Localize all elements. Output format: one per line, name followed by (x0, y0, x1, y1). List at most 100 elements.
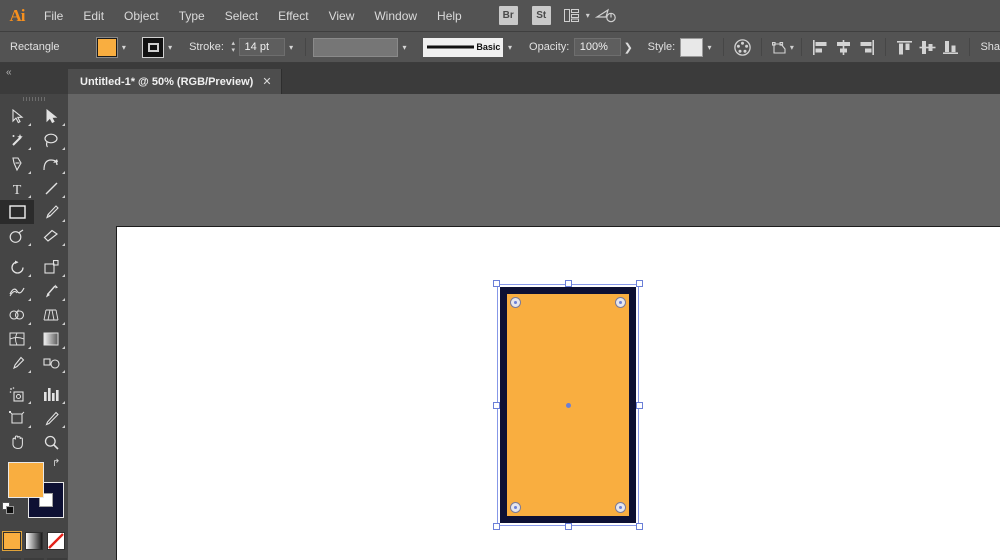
recolor-artwork-icon[interactable] (731, 36, 754, 58)
handle-top-center[interactable] (565, 280, 572, 287)
rotate-tool[interactable] (0, 255, 34, 279)
opacity-input[interactable]: 100% (574, 38, 621, 56)
menu-item-edit[interactable]: Edit (73, 0, 114, 32)
paintbrush-tool[interactable] (34, 200, 68, 224)
magic-wand-tool[interactable] (0, 128, 34, 152)
rectangle-shape[interactable] (500, 287, 636, 523)
mesh-tool[interactable] (0, 327, 34, 351)
fill-swatch-toolbar[interactable] (8, 462, 44, 498)
stroke-color-swatch[interactable] (143, 38, 164, 57)
free-transform-tool[interactable] (34, 279, 68, 303)
align-vertical-center-icon[interactable] (916, 36, 939, 58)
color-button[interactable] (3, 532, 21, 550)
stroke-weight-input[interactable]: 14 pt (239, 38, 285, 56)
fill-chevron-down-icon[interactable]: ▾ (117, 38, 130, 57)
variable-width-profile-dropdown[interactable] (313, 38, 398, 57)
menu-item-object[interactable]: Object (114, 0, 169, 32)
opacity-label[interactable]: Opacity: (529, 41, 569, 53)
handle-bottom-left[interactable] (493, 523, 500, 530)
swap-fill-stroke-icon[interactable]: ↱ (52, 458, 64, 470)
graphic-style-swatch[interactable] (680, 38, 703, 57)
brush-chevron-down-icon[interactable]: ▾ (503, 38, 516, 57)
menu-bar: Ai File Edit Object Type Select Effect V… (0, 0, 1000, 32)
style-chevron-down-icon[interactable]: ▾ (703, 38, 716, 57)
type-tool[interactable]: T (0, 176, 34, 200)
rectangle-tool[interactable] (0, 200, 34, 224)
menu-item-file[interactable]: File (34, 0, 73, 32)
zoom-tool[interactable] (34, 430, 68, 454)
center-anchor-point[interactable] (566, 403, 571, 408)
perspective-grid-tool[interactable] (34, 303, 68, 327)
scale-tool[interactable] (34, 255, 68, 279)
menu-item-window[interactable]: Window (364, 0, 427, 32)
gradient-tool[interactable] (34, 327, 68, 351)
share-button[interactable]: Sha (980, 41, 1000, 53)
default-fill-stroke-icon[interactable] (2, 502, 15, 515)
bridge-icon[interactable]: Br (499, 6, 518, 25)
hand-tool[interactable] (0, 430, 34, 454)
stock-icon[interactable]: St (532, 6, 551, 25)
handle-middle-left[interactable] (493, 402, 500, 409)
handle-bottom-right[interactable] (636, 523, 643, 530)
stepper-up-icon[interactable]: ▴ (231, 40, 235, 47)
app-logo-icon: Ai (0, 0, 34, 32)
symbol-sprayer-tool[interactable] (0, 382, 34, 406)
close-icon[interactable]: ✕ (262, 75, 271, 88)
slice-tool[interactable] (34, 406, 68, 430)
align-right-icon[interactable] (855, 36, 878, 58)
variable-width-chevron-down-icon[interactable]: ▾ (398, 38, 411, 57)
curvature-tool[interactable] (34, 152, 68, 176)
arrange-chevron-down-icon[interactable]: ▾ (586, 11, 590, 20)
align-horizontal-center-icon[interactable] (832, 36, 855, 58)
canvas-area[interactable] (68, 94, 1000, 560)
handle-middle-right[interactable] (636, 402, 643, 409)
shape-builder-tool[interactable] (0, 303, 34, 327)
stroke-weight-chevron-down-icon[interactable]: ▾ (285, 38, 298, 57)
column-graph-tool[interactable] (34, 382, 68, 406)
document-tab[interactable]: Untitled-1* @ 50% (RGB/Preview) ✕ (68, 69, 282, 94)
brush-definition-dropdown[interactable]: Basic (423, 38, 503, 57)
none-button[interactable] (47, 532, 65, 550)
opacity-more-options-icon[interactable]: ❯ (621, 41, 635, 54)
fill-color-swatch[interactable] (97, 38, 118, 57)
corner-radius-widget-bottom-right[interactable] (615, 502, 626, 513)
panel-collapse-icon[interactable]: « (0, 63, 68, 94)
line-segment-tool[interactable] (34, 176, 68, 200)
handle-bottom-center[interactable] (565, 523, 572, 530)
transform-icon[interactable] (769, 36, 792, 58)
lasso-tool[interactable] (34, 128, 68, 152)
handle-top-right[interactable] (636, 280, 643, 287)
stroke-swatch-inner (148, 43, 159, 52)
direct-selection-tool[interactable] (34, 104, 68, 128)
stroke-chevron-down-icon[interactable]: ▾ (163, 38, 176, 57)
menu-item-help[interactable]: Help (427, 0, 472, 32)
menu-item-select[interactable]: Select (215, 0, 268, 32)
menu-item-view[interactable]: View (319, 0, 365, 32)
align-bottom-icon[interactable] (939, 36, 962, 58)
menu-item-type[interactable]: Type (169, 0, 215, 32)
transform-chevron-down-icon[interactable]: ▾ (790, 43, 794, 52)
tools-list: T (0, 104, 68, 454)
menu-item-effect[interactable]: Effect (268, 0, 318, 32)
arrange-documents-icon[interactable] (560, 4, 584, 28)
pen-tool[interactable] (0, 152, 34, 176)
gradient-button[interactable] (25, 532, 43, 550)
blend-tool[interactable] (34, 351, 68, 375)
selection-tool[interactable] (0, 104, 34, 128)
corner-radius-widget-bottom-left[interactable] (510, 502, 521, 513)
artboard-tool[interactable] (0, 406, 34, 430)
corner-radius-widget-top-right[interactable] (615, 297, 626, 308)
stroke-weight-label[interactable]: Stroke: (189, 41, 224, 53)
align-top-icon[interactable] (893, 36, 916, 58)
sync-settings-icon[interactable] (594, 4, 618, 28)
eyedropper-tool[interactable] (0, 351, 34, 375)
align-left-icon[interactable] (809, 36, 832, 58)
shaper-tool[interactable] (0, 224, 34, 248)
stepper-down-icon[interactable]: ▾ (231, 47, 235, 54)
corner-radius-widget-top-left[interactable] (510, 297, 521, 308)
stroke-weight-stepper[interactable]: ▴ ▾ (228, 38, 239, 56)
eraser-tool[interactable] (34, 224, 68, 248)
width-tool[interactable] (0, 279, 34, 303)
handle-top-left[interactable] (493, 280, 500, 287)
tools-panel-grip[interactable] (0, 94, 68, 104)
